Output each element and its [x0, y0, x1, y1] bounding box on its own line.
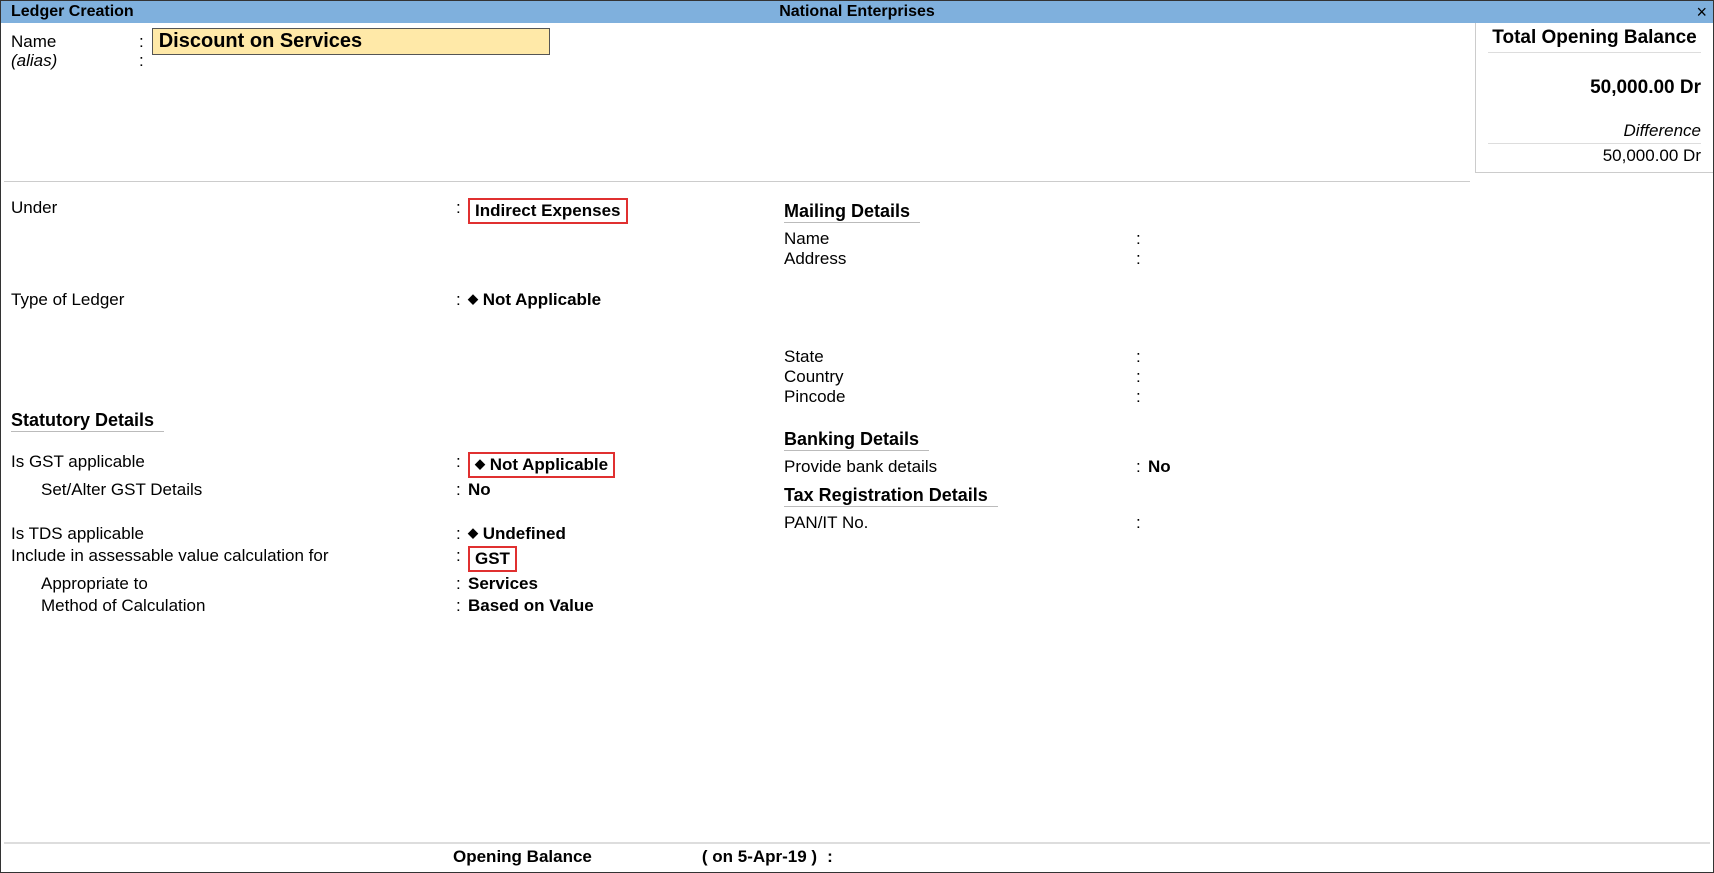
statutory-section: Statutory Details	[11, 398, 781, 440]
pan-label: PAN/IT No.	[784, 513, 1136, 533]
mailing-details-title: Mailing Details	[784, 201, 920, 223]
under-label: Under	[11, 198, 456, 218]
tds-applicable-row: Is TDS applicable : ◆ Undefined	[11, 524, 781, 544]
appropriate-to-row: Appropriate to : Services	[11, 574, 781, 594]
diamond-icon: ◆	[468, 525, 478, 540]
provide-bank-value[interactable]: No	[1148, 457, 1464, 477]
name-input[interactable]	[152, 28, 550, 55]
mailing-name-value[interactable]	[1148, 229, 1464, 249]
banking-section: Banking Details	[784, 429, 1464, 457]
opening-balance-colon: :	[827, 847, 833, 867]
gst-applicable-label: Is GST applicable	[11, 452, 456, 472]
mailing-address-value[interactable]	[1148, 249, 1464, 269]
footer-divider	[4, 842, 1710, 844]
method-of-calculation-row: Method of Calculation : Based on Value	[11, 596, 781, 616]
method-of-calculation-value[interactable]: Based on Value	[468, 596, 781, 616]
mailing-name-row: Name :	[784, 229, 1464, 249]
tds-applicable-label: Is TDS applicable	[11, 524, 456, 544]
method-of-calculation-label: Method of Calculation	[11, 596, 456, 616]
tax-section: Tax Registration Details	[784, 485, 1464, 513]
state-row: State :	[784, 347, 1464, 367]
under-value-field[interactable]: Indirect Expenses	[468, 198, 781, 224]
opening-balance-summary: Total Opening Balance 50,000.00 Dr Diffe…	[1475, 23, 1713, 173]
alias-colon: :	[139, 51, 144, 71]
opening-balance-label: Opening Balance	[453, 847, 592, 867]
mailing-address-label: Address	[784, 249, 1136, 269]
tds-applicable-value[interactable]: ◆ Undefined	[468, 524, 781, 544]
alias-label: (alias)	[11, 51, 139, 71]
window-title-left: Ledger Creation	[11, 3, 134, 21]
pan-value[interactable]	[1148, 513, 1464, 533]
appropriate-to-label: Appropriate to	[11, 574, 456, 594]
include-assessable-value-field[interactable]: GST	[468, 546, 781, 572]
opening-balance-date: ( on 5-Apr-19 )	[702, 847, 817, 867]
country-value[interactable]	[1148, 367, 1464, 387]
name-colon: :	[139, 32, 144, 52]
pincode-label: Pincode	[784, 387, 1136, 407]
banking-details-title: Banking Details	[784, 429, 929, 451]
appropriate-to-value[interactable]: Services	[468, 574, 781, 594]
include-assessable-row: Include in assessable value calculation …	[11, 546, 781, 572]
type-of-ledger-value[interactable]: ◆ Not Applicable	[468, 290, 781, 310]
opening-balance-footer: Opening Balance ( on 5-Apr-19 ) :	[1, 845, 1713, 869]
include-assessable-label: Include in assessable value calculation …	[11, 546, 456, 566]
pan-row: PAN/IT No. :	[784, 513, 1464, 533]
gst-applicable-row: Is GST applicable : ◆ Not Applicable	[11, 452, 781, 478]
set-alter-gst-value[interactable]: No	[468, 480, 781, 500]
include-assessable-highlight: GST	[468, 546, 517, 572]
set-alter-gst-label: Set/Alter GST Details	[11, 480, 456, 500]
left-column: Under : Indirect Expenses Type of Ledger…	[11, 198, 781, 618]
tax-registration-title: Tax Registration Details	[784, 485, 998, 507]
diamond-icon: ◆	[475, 456, 485, 471]
difference-value: 50,000.00 Dr	[1488, 146, 1701, 166]
country-row: Country :	[784, 367, 1464, 387]
under-row: Under : Indirect Expenses	[11, 198, 781, 224]
gst-applicable-highlight: ◆ Not Applicable	[468, 452, 615, 478]
pincode-value[interactable]	[1148, 387, 1464, 407]
under-value: Indirect Expenses	[475, 201, 621, 220]
total-opening-balance-value: 50,000.00 Dr	[1488, 59, 1701, 107]
gst-applicable-value: Not Applicable	[490, 455, 608, 474]
alias-row: (alias) :	[11, 51, 152, 71]
country-label: Country	[784, 367, 1136, 387]
type-of-ledger-label: Type of Ledger	[11, 290, 456, 310]
under-highlight: Indirect Expenses	[468, 198, 628, 224]
mailing-name-label: Name	[784, 229, 1136, 249]
diamond-icon: ◆	[468, 291, 478, 306]
window-title-center: National Enterprises	[779, 3, 935, 21]
mailing-address-row: Address :	[784, 249, 1464, 269]
header-divider	[4, 181, 1470, 182]
content-area: Total Opening Balance 50,000.00 Dr Diffe…	[1, 23, 1713, 872]
ledger-creation-window: Ledger Creation National Enterprises × T…	[0, 0, 1714, 873]
pincode-row: Pincode :	[784, 387, 1464, 407]
mailing-section: Mailing Details	[784, 201, 1464, 229]
type-of-ledger-row: Type of Ledger : ◆ Not Applicable	[11, 290, 781, 310]
name-label: Name	[11, 32, 139, 52]
gst-applicable-value-field[interactable]: ◆ Not Applicable	[468, 452, 781, 478]
state-label: State	[784, 347, 1136, 367]
title-bar: Ledger Creation National Enterprises ×	[1, 1, 1713, 23]
close-icon[interactable]: ×	[1696, 2, 1707, 23]
include-assessable-value: GST	[475, 549, 510, 568]
difference-label: Difference	[1488, 107, 1701, 144]
set-alter-gst-row: Set/Alter GST Details : No	[11, 480, 781, 500]
provide-bank-row: Provide bank details : No	[784, 457, 1464, 477]
right-column: Mailing Details Name : Address : State :…	[784, 201, 1464, 533]
statutory-details-title: Statutory Details	[11, 410, 164, 432]
provide-bank-label: Provide bank details	[784, 457, 1136, 477]
state-value[interactable]	[1148, 347, 1464, 367]
total-opening-balance-label: Total Opening Balance	[1488, 27, 1701, 53]
